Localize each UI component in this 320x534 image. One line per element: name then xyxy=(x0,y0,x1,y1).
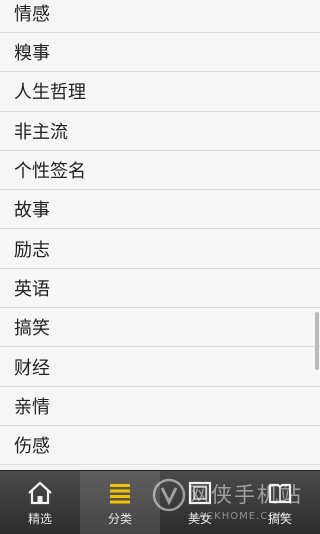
list-icon xyxy=(110,484,130,504)
list-item-label: 伤感 xyxy=(14,436,50,458)
list-item-label: 励志 xyxy=(14,239,50,261)
list-item[interactable]: 亲情 xyxy=(0,386,320,426)
list-item-label: 亲情 xyxy=(14,396,50,418)
category-list: 情感 糗事 人生哲理 非主流 个性签名 故事 励志 英语 搞笑 财经 亲情 伤感 xyxy=(0,0,320,470)
tab-label: 分类 xyxy=(107,512,132,526)
list-item-label: 英语 xyxy=(14,278,50,300)
list-item[interactable]: 故事 xyxy=(0,190,320,230)
scrollbar-thumb[interactable] xyxy=(315,312,319,370)
tab-label: 美女 xyxy=(187,512,212,526)
list-item[interactable]: 个性签名 xyxy=(0,150,320,191)
list-item-label: 非主流 xyxy=(14,121,68,143)
list-item[interactable]: 非主流 xyxy=(0,111,320,151)
list-item[interactable]: 搞笑 xyxy=(0,308,320,348)
tab-funny[interactable]: 搞笑 xyxy=(240,471,320,534)
tab-featured[interactable]: 精选 xyxy=(0,471,80,534)
list-item-label: 糗事 xyxy=(14,43,50,65)
list-item-label: 情感 xyxy=(14,4,50,25)
list-item-label: 财经 xyxy=(14,357,50,379)
list-item[interactable]: 伤感 xyxy=(0,425,320,466)
tab-categories[interactable]: 分类 xyxy=(80,471,160,534)
list-item[interactable]: 糗事 xyxy=(0,33,320,73)
frame-icon xyxy=(188,481,212,505)
list-item-label: 人生哲理 xyxy=(14,82,86,104)
list-item-label: 故事 xyxy=(14,200,50,222)
home-icon xyxy=(28,481,52,505)
book-icon xyxy=(268,483,292,504)
list-item-label: 搞笑 xyxy=(14,318,50,340)
tab-label: 搞笑 xyxy=(267,512,292,526)
list-item-label: 个性签名 xyxy=(14,161,86,183)
bottom-tab-bar: 精选 分类 美女 搞笑 xyxy=(0,470,320,534)
list-item[interactable]: 情感 xyxy=(0,0,320,33)
list-item[interactable]: 励志 xyxy=(0,229,320,269)
list-item[interactable]: 英语 xyxy=(0,268,320,309)
tab-beauty[interactable]: 美女 xyxy=(160,471,240,534)
tab-label: 精选 xyxy=(27,512,52,526)
list-item[interactable]: 人生哲理 xyxy=(0,72,320,112)
list-item[interactable]: 财经 xyxy=(0,347,320,387)
